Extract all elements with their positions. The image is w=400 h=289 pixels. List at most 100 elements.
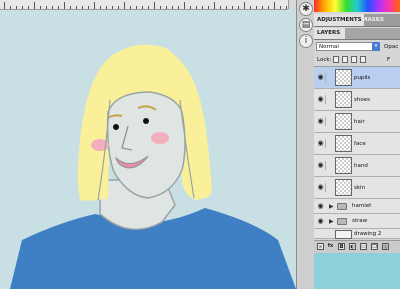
ruler-tick <box>154 2 155 9</box>
color-swatches[interactable] <box>314 0 400 12</box>
adjustments-tab-bar: ADJUSTMENTS MASKS <box>314 14 400 27</box>
lock-label: Lock: <box>317 57 332 63</box>
chevron-down-icon[interactable]: ▾ <box>372 42 380 51</box>
lock-transparency-icon[interactable] <box>333 56 339 63</box>
fx-icon[interactable]: fx <box>327 243 334 250</box>
layer-thumbnail <box>335 135 352 152</box>
eye-icon[interactable]: ◉ <box>316 217 325 226</box>
eye-icon[interactable]: ◉ <box>316 95 326 104</box>
eye-icon[interactable]: ◉ <box>316 117 326 126</box>
lock-position-icon[interactable] <box>351 56 357 63</box>
ruler-tick <box>250 6 251 9</box>
ruler-tick <box>94 2 95 9</box>
layers-tab-bar: LAYERS <box>314 28 400 40</box>
right-blush <box>151 132 169 144</box>
adjustment-icon[interactable]: ◐ <box>349 243 356 250</box>
ruler-tick <box>22 6 23 9</box>
fill-label: F <box>387 57 391 63</box>
ruler-tick <box>10 6 11 9</box>
layer-row[interactable]: ◉ pupils <box>314 67 400 89</box>
ruler-tick <box>4 2 5 9</box>
ruler-tick <box>196 6 197 9</box>
layer-thumbnail <box>335 157 352 174</box>
layers-panel-group: ADJUSTMENTS MASKS LAYERS Normal ▾ Opac L… <box>314 0 400 289</box>
ruler-corner <box>288 0 296 9</box>
ruler-tick <box>46 6 47 9</box>
document-canvas[interactable] <box>0 0 296 289</box>
mask-icon[interactable]: ◘ <box>338 243 345 250</box>
layer-row[interactable]: ◉ face <box>314 133 400 155</box>
ruler-tick <box>256 6 257 9</box>
left-eye <box>113 124 119 130</box>
lock-pixels-icon[interactable] <box>342 56 348 63</box>
layer-thumbnail <box>335 113 352 130</box>
brush-preset-icon[interactable]: ✱ <box>299 2 313 16</box>
ruler-tick <box>112 6 113 9</box>
eye-icon[interactable]: ◉ <box>316 139 326 148</box>
ruler-tick <box>214 2 215 9</box>
eye-icon[interactable]: ◉ <box>316 73 326 82</box>
layer-group-row[interactable]: ◉ ▶ hamlet <box>314 199 400 214</box>
layer-name: skin <box>354 185 366 191</box>
layer-row[interactable]: ◉ hand <box>314 155 400 177</box>
eye-icon[interactable]: ◉ <box>316 202 325 211</box>
folder-icon <box>337 218 347 225</box>
expand-triangle-icon[interactable]: ▶ <box>329 217 334 226</box>
ruler-tick <box>136 6 137 9</box>
ruler-tick <box>16 6 17 9</box>
ruler-tick <box>274 2 275 9</box>
eye-icon[interactable]: ◉ <box>316 161 326 170</box>
ruler-tick <box>286 6 287 9</box>
lock-row: Lock: F <box>314 54 400 67</box>
trash-icon[interactable]: ▥ <box>382 243 389 250</box>
ruler-tick <box>280 6 281 9</box>
ruler-tick <box>244 2 245 9</box>
ruler-tick <box>52 6 53 9</box>
folder-icon <box>337 203 347 210</box>
lock-all-icon[interactable] <box>360 56 366 63</box>
portrait-artwork <box>10 44 296 289</box>
layer-row[interactable]: ◉ hair <box>314 111 400 133</box>
new-layer-icon[interactable]: ❐ <box>371 243 378 250</box>
ruler-tick <box>238 6 239 9</box>
ruler-tick <box>82 6 83 9</box>
ruler-tick <box>220 6 221 9</box>
tab-adjustments[interactable]: ADJUSTMENTS <box>314 14 364 26</box>
blend-row: Normal ▾ Opac <box>314 40 400 53</box>
ruler-tick <box>124 2 125 9</box>
ruler-tick <box>58 6 59 9</box>
ruler-tick <box>70 6 71 9</box>
link-icon[interactable]: ∞ <box>317 243 324 250</box>
ruler-tick <box>226 6 227 9</box>
ruler-tick <box>142 6 143 9</box>
ruler-tick <box>190 6 191 9</box>
ruler-tick <box>262 6 263 9</box>
layer-name: pupils <box>354 75 371 81</box>
layer-row[interactable]: ◉ skin <box>314 177 400 199</box>
ruler-tick <box>130 6 131 9</box>
ruler-tick <box>106 6 107 9</box>
ruler-tick <box>208 6 209 9</box>
layer-group-row[interactable]: ◉ ▶ straw <box>314 214 400 229</box>
layer-thumbnail <box>335 230 352 239</box>
blend-mode-select[interactable]: Normal <box>316 42 380 51</box>
folder-icon[interactable]: ▭ <box>360 243 367 250</box>
eye-icon[interactable]: ◉ <box>316 183 326 192</box>
layer-row[interactable]: ◉ shoes <box>314 89 400 111</box>
tab-layers[interactable]: LAYERS <box>314 28 345 39</box>
info-icon[interactable]: i <box>299 34 313 48</box>
panel-dock-strip: ✱ ▤ i <box>296 0 316 289</box>
layer-comps-icon[interactable]: ▤ <box>299 18 313 32</box>
right-eye <box>143 118 149 124</box>
tab-masks[interactable]: MASKS <box>359 14 387 26</box>
ruler-tick <box>118 6 119 9</box>
layer-row[interactable]: drawing 2 <box>314 229 400 239</box>
layer-name: drawing 2 <box>354 231 382 237</box>
workspace-background <box>314 253 400 289</box>
ruler-tick <box>166 6 167 9</box>
opacity-label: Opac <box>384 44 399 50</box>
ruler-tick <box>76 6 77 9</box>
group-name: hamlet <box>352 203 372 209</box>
layer-name: hand <box>354 163 368 169</box>
expand-triangle-icon[interactable]: ▶ <box>329 202 334 211</box>
